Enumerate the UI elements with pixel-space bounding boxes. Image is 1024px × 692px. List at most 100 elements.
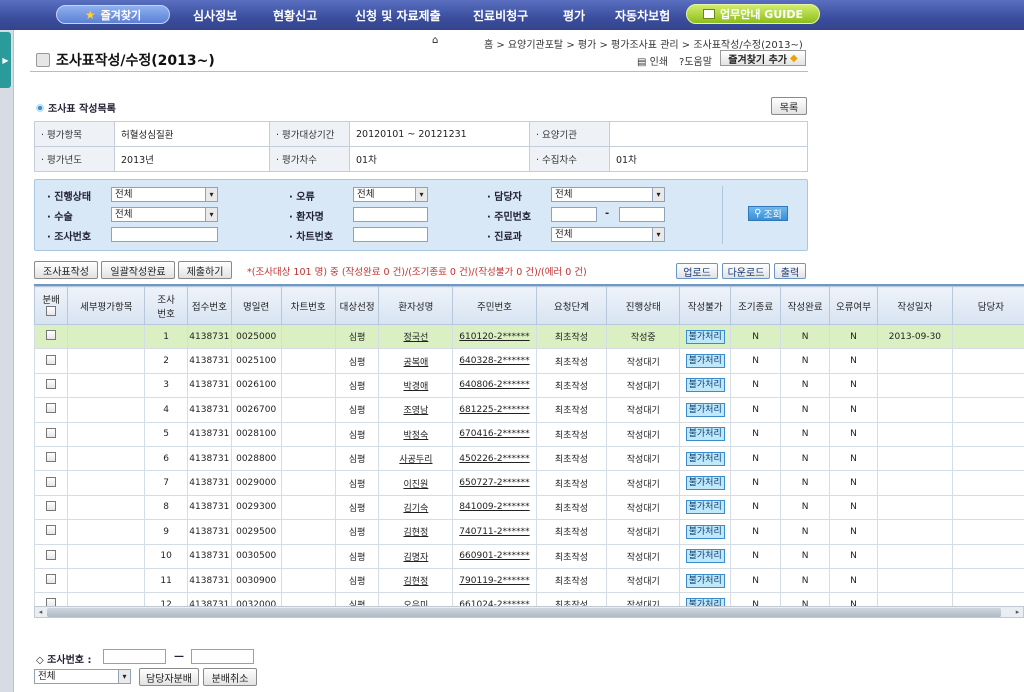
impossible-button[interactable]: 불가처리 [685,476,725,491]
nav-item-application[interactable]: 신청 및 자료제출 [355,7,441,24]
print-button[interactable]: 출력 [774,263,806,279]
assign-select[interactable]: 전체 [34,669,131,684]
survey-to-input[interactable] [191,649,254,664]
row-checkbox[interactable] [46,427,57,438]
survey-from-input[interactable] [103,649,166,664]
impossible-button[interactable]: 불가처리 [685,549,725,564]
impossible-button[interactable]: 불가처리 [685,378,725,393]
scroll-thumb[interactable] [47,608,1001,617]
patient-name-link[interactable]: 김기숙 [403,504,428,514]
patient-name-link[interactable]: 공복애 [403,358,428,368]
rrn-link[interactable]: 450226-2****** [459,454,529,464]
guide-button[interactable]: 업무안내 GUIDE [686,4,820,24]
impossible-button[interactable]: 불가처리 [685,451,725,466]
row-checkbox[interactable] [46,598,57,606]
favorites-menu[interactable]: ★ 즐겨찾기 [56,5,170,24]
row-checkbox[interactable] [46,574,57,585]
nav-item-claims[interactable]: 진료비청구 [473,7,528,24]
surgery-select[interactable]: 전체 [111,207,218,222]
impossible-button[interactable]: 불가처리 [685,354,725,369]
table-row[interactable]: 1241387310032000 심평오은미661024-2******최초작성작… [34,592,1024,606]
impossible-button[interactable]: 불가처리 [685,597,725,606]
early-end-cell: N [730,567,782,594]
table-row[interactable]: 1 4138731 0025000 심평 정국선 610120-2****** 최초작성 작성… [34,323,1024,350]
nav-item-status-report[interactable]: 현황신고 [273,7,317,24]
table-row[interactable]: 2 4138731 0025100 심평 공복애 640328-2****** 최초작성 작성… [34,348,1024,374]
rrn-link[interactable]: 640328-2****** [459,356,529,366]
assign-manager-button[interactable]: 담당자분배 [139,668,199,686]
upload-button[interactable]: 업로드 [676,263,718,279]
table-row[interactable]: 5 4138731 0028100 심평 박정숙 670416-2****** 최초작성 작성… [34,421,1024,447]
impossible-button[interactable]: 불가처리 [685,329,725,344]
table-row[interactable]: 11 4138731 0030900 심평 김현정 790119-2****** 최초작성 작… [34,567,1024,594]
patient-name-link[interactable]: 박정숙 [403,431,428,441]
rrn-link[interactable]: 740711-2****** [459,527,529,537]
rrn-link[interactable]: 660901-2****** [459,551,529,561]
rrn-link[interactable]: 790119-2****** [459,576,529,586]
row-checkbox[interactable] [46,525,57,536]
patient-name-link[interactable]: 김현정 [403,528,428,538]
write-survey-button[interactable]: 조사표작성 [34,261,98,279]
row-checkbox[interactable] [46,403,57,414]
nav-item-auto-insurance[interactable]: 자동차보험 [615,7,670,24]
rrn-back-input[interactable] [619,207,665,222]
row-checkbox[interactable] [46,330,57,341]
home-icon[interactable]: ⌂ [432,35,438,46]
impossible-button[interactable]: 불가처리 [685,427,725,442]
rrn-link[interactable]: 640806-2****** [459,380,529,390]
survey-number-input[interactable] [111,227,218,242]
error-select[interactable]: 전체 [353,187,428,202]
impossible-button[interactable]: 불가처리 [685,500,725,515]
table-row[interactable]: 8 4138731 0029300 심평 김기숙 841009-2****** 최초작성 작성… [34,494,1024,521]
row-checkbox[interactable] [46,378,57,389]
rrn-link[interactable]: 650727-2****** [459,478,529,488]
patient-name-link[interactable]: 김명자 [403,553,428,563]
bulk-complete-button[interactable]: 일괄작성완료 [101,261,175,279]
patient-name-link[interactable]: 이진원 [403,480,428,490]
rrn-front-input[interactable] [551,207,597,222]
row-checkbox[interactable] [46,354,57,365]
patient-name-link[interactable]: 조영남 [403,406,428,416]
row-checkbox[interactable] [46,476,57,487]
nav-item-review[interactable]: 심사정보 [193,7,237,24]
row-checkbox[interactable] [46,549,57,560]
row-checkbox[interactable] [46,500,57,511]
scroll-right-arrow[interactable]: ▸ [1012,607,1023,617]
rrn-link[interactable]: 610120-2****** [459,332,529,342]
table-row[interactable]: 7 4138731 0029000 심평 이진원 650727-2****** 최초작성 작성… [34,470,1024,496]
impossible-button[interactable]: 불가처리 [685,573,725,588]
rrn-link[interactable]: 681225-2****** [459,405,529,415]
sidebar-toggle-tab[interactable]: ▶ [0,32,11,88]
print-link[interactable]: ▤ 인쇄 [637,53,668,68]
submit-button[interactable]: 제출하기 [178,261,232,279]
department-select[interactable]: 전체 [551,227,665,242]
table-row[interactable]: 3 4138731 0026100 심평 박경애 640806-2****** 최초작성 작성… [34,372,1024,399]
impossible-button[interactable]: 불가처리 [685,524,725,539]
rrn-link[interactable]: 670416-2****** [459,429,529,439]
cancel-assign-button[interactable]: 분배취소 [203,668,257,686]
select-all-checkbox[interactable] [46,306,57,316]
table-row[interactable]: 9 4138731 0029500 심평 김현정 740711-2****** 최초작성 작성… [34,519,1024,545]
table-row[interactable]: 10 4138731 0030500 심평 김명자 660901-2****** 최초작성 작… [34,543,1024,569]
table-row[interactable]: 4 4138731 0026700 심평 조영남 681225-2****** 최초작성 작성… [34,397,1024,423]
horizontal-scrollbar[interactable]: ◂ ▸ [34,606,1024,618]
rrn-link[interactable]: 841009-2****** [459,502,529,512]
search-button[interactable]: ⚲ 조회 [748,206,788,221]
download-button[interactable]: 다운로드 [722,263,770,279]
patient-name-link[interactable]: 박경애 [403,382,428,392]
scroll-left-arrow[interactable]: ◂ [35,607,46,617]
table-row[interactable]: 6 4138731 0028800 심평 사공두리 450226-2****** 최초작성 작… [34,445,1024,472]
impossible-button[interactable]: 불가처리 [685,402,725,417]
help-link[interactable]: ?도움말 [679,53,712,68]
status-select[interactable]: 전체 [111,187,218,202]
patient-name-link[interactable]: 사공두리 [399,455,432,465]
chart-number-input[interactable] [353,227,428,242]
patient-name-input[interactable] [353,207,428,222]
nav-item-evaluation[interactable]: 평가 [563,7,585,24]
patient-name-link[interactable]: 김현정 [403,577,428,587]
patient-name-link[interactable]: 정국선 [403,333,428,343]
row-checkbox[interactable] [46,452,57,463]
list-button[interactable]: 목록 [771,97,807,115]
add-favorite-button[interactable]: 즐겨찾기 추가 ◆ [720,50,806,66]
manager-select[interactable]: 전체 [551,187,665,202]
